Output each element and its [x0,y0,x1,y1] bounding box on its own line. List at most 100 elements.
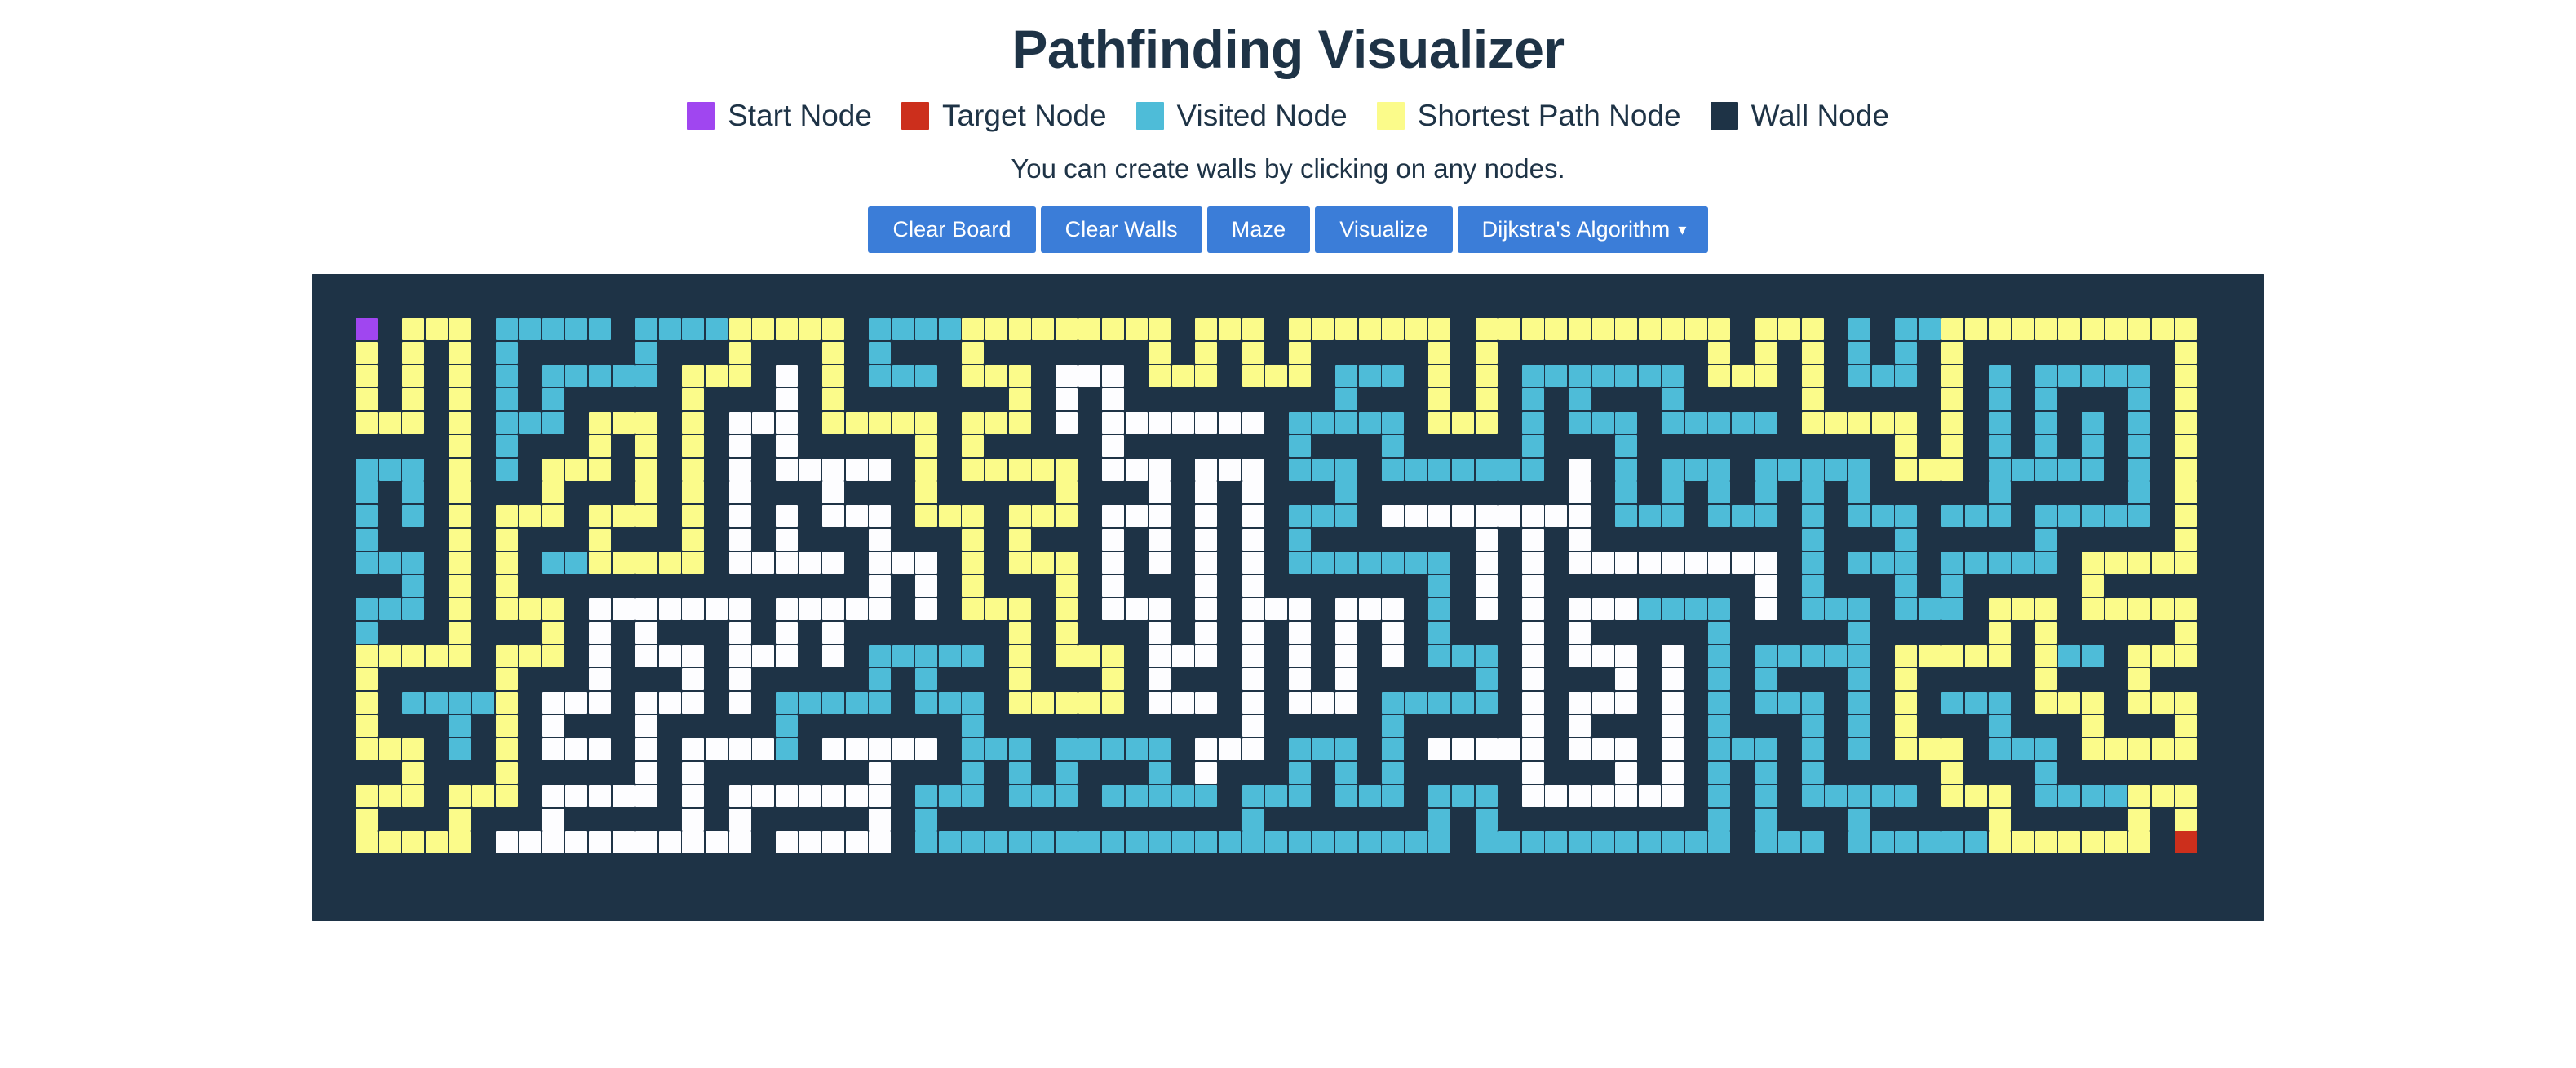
wall-node[interactable] [1777,527,1802,552]
visited-node[interactable] [1288,528,1311,551]
shortest-path-node[interactable] [1498,318,1521,341]
visited-node[interactable] [1801,552,1824,574]
wall-node[interactable] [1288,854,1312,878]
shortest-path-node[interactable] [542,505,564,528]
wall-node[interactable] [1894,621,1919,645]
shortest-path-node[interactable] [1055,574,1078,597]
wall-node[interactable] [1731,294,1755,318]
visited-node[interactable] [2081,411,2104,434]
wall-node[interactable] [1311,364,1335,388]
wall-node[interactable] [1918,434,1941,459]
wall-node[interactable] [1777,760,1802,785]
wall-node[interactable] [2034,854,2058,878]
unvisited-node[interactable] [1498,505,1521,528]
wall-node[interactable] [891,434,915,459]
wall-node[interactable] [844,667,869,691]
visited-node[interactable] [449,691,471,714]
wall-node[interactable] [611,644,635,668]
wall-node[interactable] [425,388,449,411]
visited-node[interactable] [1988,458,2011,481]
shortest-path-node[interactable] [1008,645,1031,667]
wall-node[interactable] [705,784,728,808]
unvisited-node[interactable] [821,785,844,808]
wall-node[interactable] [331,410,356,435]
wall-node[interactable] [1544,854,1569,878]
wall-node[interactable] [331,388,356,411]
wall-node[interactable] [1964,854,1988,878]
visited-node[interactable] [915,365,938,388]
wall-node[interactable] [961,807,985,831]
wall-node[interactable] [1055,341,1078,365]
visited-node[interactable] [495,435,518,458]
unvisited-node[interactable] [1568,481,1591,504]
shortest-path-node[interactable] [449,481,471,504]
shortest-path-node[interactable] [2175,528,2198,551]
wall-node[interactable] [891,784,915,808]
unvisited-node[interactable] [1662,761,1684,784]
wall-node[interactable] [564,877,589,902]
wall-node[interactable] [2220,807,2245,831]
unvisited-node[interactable] [775,528,798,551]
wall-node[interactable] [564,644,589,668]
wall-node[interactable] [1031,341,1056,365]
visited-node[interactable] [1848,808,1871,831]
wall-node[interactable] [471,597,495,622]
wall-node[interactable] [1707,854,1732,878]
wall-node[interactable] [1101,621,1125,645]
visited-node[interactable] [1965,831,1988,854]
wall-node[interactable] [2081,877,2105,902]
wall-node[interactable] [2104,621,2128,645]
wall-node[interactable] [494,621,519,645]
shortest-path-node[interactable] [705,365,728,388]
wall-node[interactable] [1498,667,1521,691]
wall-node[interactable] [1754,294,1778,318]
wall-node[interactable] [1101,481,1125,505]
visited-node[interactable] [1708,715,1731,738]
wall-node[interactable] [1637,481,1662,505]
visited-node[interactable] [1801,645,1824,667]
wall-node[interactable] [1007,854,1032,878]
unvisited-node[interactable] [1475,552,1498,574]
shortest-path-node[interactable] [1008,505,1031,528]
wall-node[interactable] [681,621,706,645]
wall-node[interactable] [1544,597,1569,622]
wall-node[interactable] [2150,458,2175,481]
shortest-path-node[interactable] [1988,621,2011,644]
shortest-path-node[interactable] [495,715,518,738]
wall-node[interactable] [2011,760,2034,785]
wall-node[interactable] [705,294,728,318]
wall-node[interactable] [2220,784,2245,808]
wall-node[interactable] [378,690,402,715]
wall-node[interactable] [751,458,775,481]
visited-node[interactable] [962,645,985,667]
unvisited-node[interactable] [752,552,775,574]
visited-node[interactable] [1848,691,1871,714]
unvisited-node[interactable] [1149,481,1171,504]
shortest-path-node[interactable] [2081,715,2104,738]
wall-node[interactable] [1777,784,1802,808]
visited-node[interactable] [495,341,518,364]
shortest-path-node[interactable] [1428,341,1451,364]
wall-node[interactable] [1918,341,1941,365]
wall-node[interactable] [448,854,472,878]
wall-node[interactable] [425,458,449,481]
unvisited-node[interactable] [1334,691,1357,714]
wall-node[interactable] [2150,807,2175,831]
visited-node[interactable] [1941,574,1964,597]
visited-node[interactable] [1498,831,1521,854]
wall-node[interactable] [1264,527,1288,552]
shortest-path-node[interactable] [1032,505,1055,528]
wall-node[interactable] [1055,527,1078,552]
wall-node[interactable] [1171,574,1195,598]
shortest-path-node[interactable] [682,481,705,504]
wall-node[interactable] [1404,667,1428,691]
wall-node[interactable] [1404,714,1428,738]
wall-node[interactable] [1661,807,1685,831]
wall-node[interactable] [681,854,706,878]
shortest-path-node[interactable] [2034,645,2057,667]
shortest-path-node[interactable] [356,668,378,691]
shortest-path-node[interactable] [1895,668,1918,691]
wall-node[interactable] [798,388,822,411]
visited-node[interactable] [588,365,611,388]
visited-node[interactable] [1825,645,1848,667]
